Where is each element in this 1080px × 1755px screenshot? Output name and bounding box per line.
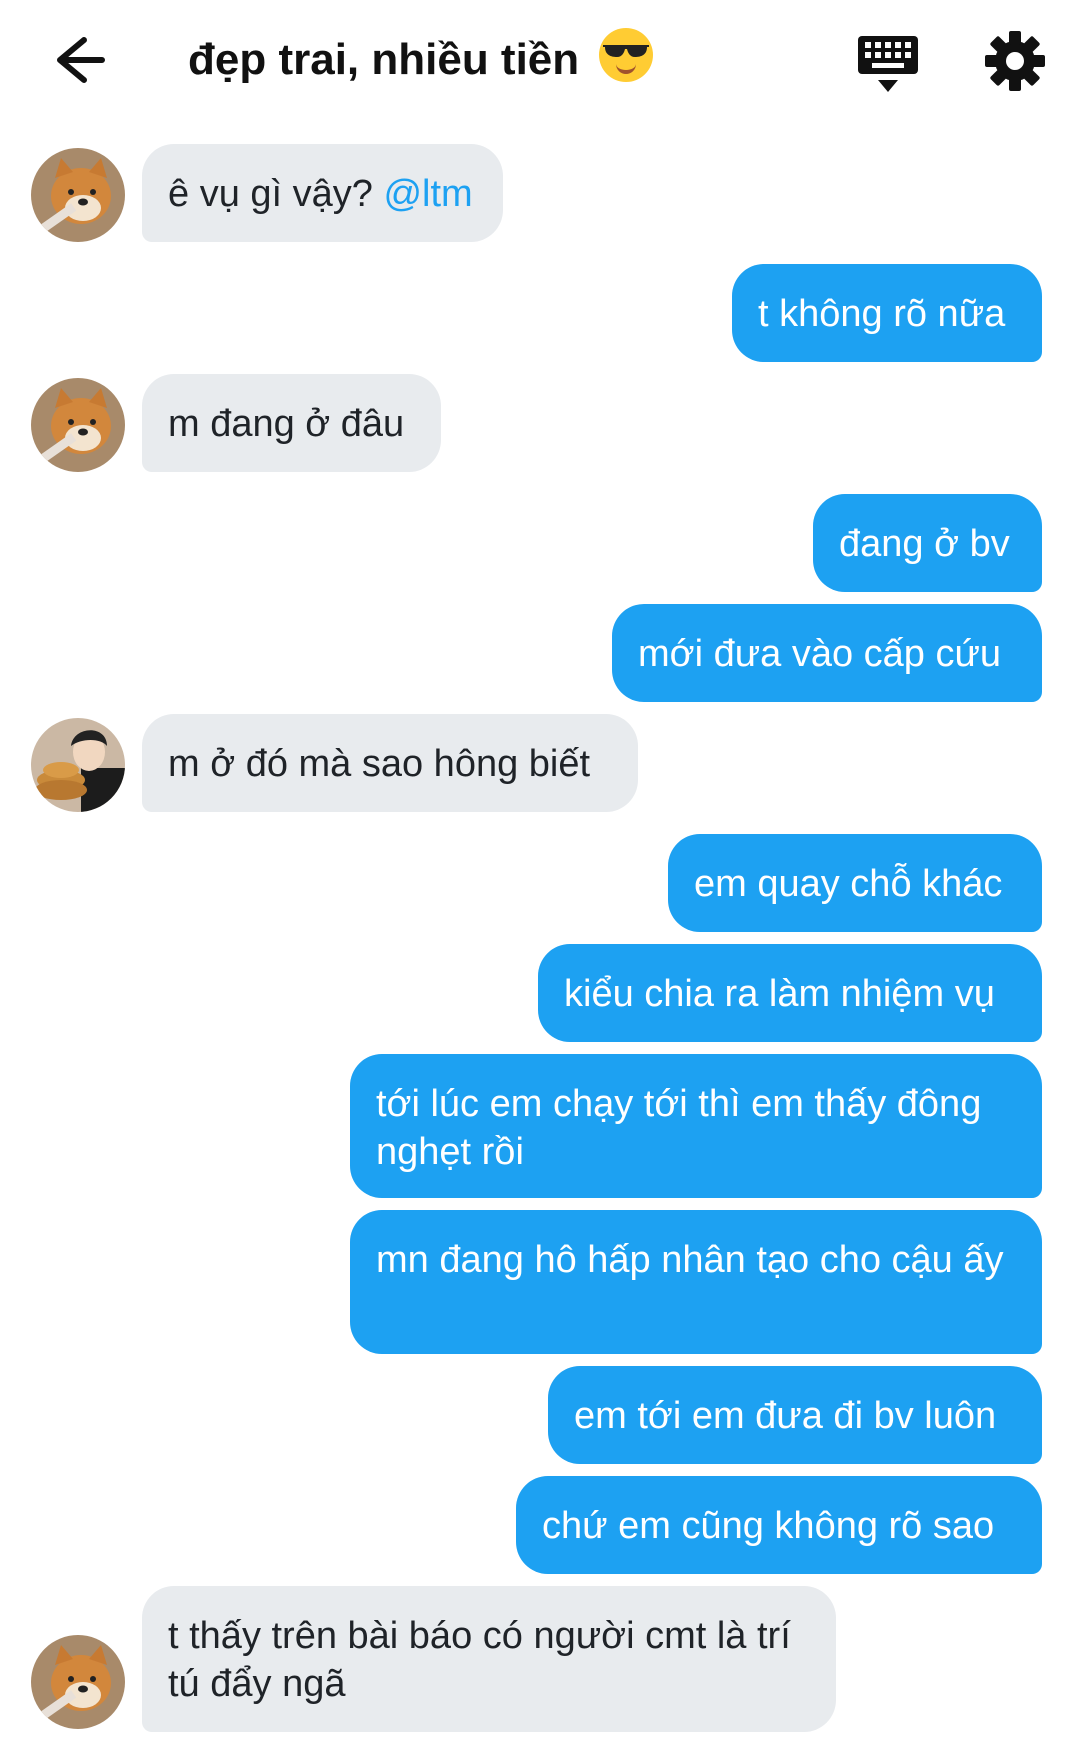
message-text: em quay chỗ khác: [694, 863, 1003, 905]
shiba-avatar[interactable]: [31, 378, 125, 472]
shiba-avatar[interactable]: [31, 148, 125, 242]
back-arrow-icon[interactable]: [40, 30, 110, 90]
outgoing-message[interactable]: tới lúc em chạy tới thì em thấy đông ngh…: [350, 1054, 1042, 1198]
incoming-message[interactable]: m đang ở đâu: [142, 374, 441, 472]
outgoing-message[interactable]: đang ở bv: [813, 494, 1042, 592]
message-text: tới lúc em chạy tới thì em thấy đông ngh…: [376, 1083, 982, 1173]
message-text: m đang ở đâu: [168, 403, 405, 445]
message-text: kiểu chia ra làm nhiệm vụ: [564, 973, 995, 1015]
message-text: đang ở bv: [839, 523, 1010, 565]
message-text: chứ em cũng không rõ sao: [542, 1505, 995, 1547]
keyboard-icon[interactable]: [856, 32, 920, 96]
message-text: mn đang hô hấp nhân tạo cho cậu ấy: [376, 1239, 1004, 1281]
user-mention-link[interactable]: @ltm: [383, 173, 472, 215]
outgoing-message[interactable]: chứ em cũng không rõ sao: [516, 1476, 1042, 1574]
outgoing-message[interactable]: mn đang hô hấp nhân tạo cho cậu ấy: [350, 1210, 1042, 1354]
outgoing-message[interactable]: mới đưa vào cấp cứu: [612, 604, 1042, 702]
conversation-title[interactable]: đẹp trai, nhiều tiền: [188, 28, 654, 85]
outgoing-message[interactable]: em tới em đưa đi bv luôn: [548, 1366, 1042, 1464]
outgoing-message[interactable]: t không rõ nữa: [732, 264, 1042, 362]
outgoing-message[interactable]: em quay chỗ khác: [668, 834, 1042, 932]
message-text: t thấy trên bài báo có người cmt là trí …: [168, 1615, 791, 1705]
shiba-avatar[interactable]: [31, 1635, 125, 1729]
message-text: ê vụ gì vậy?: [168, 173, 384, 215]
incoming-message[interactable]: t thấy trên bài báo có người cmt là trí …: [142, 1586, 836, 1732]
sunglasses-emoji-icon: [599, 28, 654, 82]
message-text: m ở đó mà sao hông biết: [168, 743, 591, 785]
incoming-message[interactable]: m ở đó mà sao hông biết: [142, 714, 638, 812]
gear-icon[interactable]: [984, 30, 1046, 92]
person-cake-avatar[interactable]: [31, 718, 125, 812]
message-text: t không rõ nữa: [758, 293, 1006, 335]
message-text: em tới em đưa đi bv luôn: [574, 1395, 997, 1437]
conversation-title-text: đẹp trai, nhiều tiền: [188, 35, 580, 84]
chat-header: đẹp trai, nhiều tiền: [0, 0, 1080, 120]
message-text: mới đưa vào cấp cứu: [638, 633, 1002, 675]
outgoing-message[interactable]: kiểu chia ra làm nhiệm vụ: [538, 944, 1042, 1042]
incoming-message[interactable]: ê vụ gì vậy? @ltm: [142, 144, 503, 242]
